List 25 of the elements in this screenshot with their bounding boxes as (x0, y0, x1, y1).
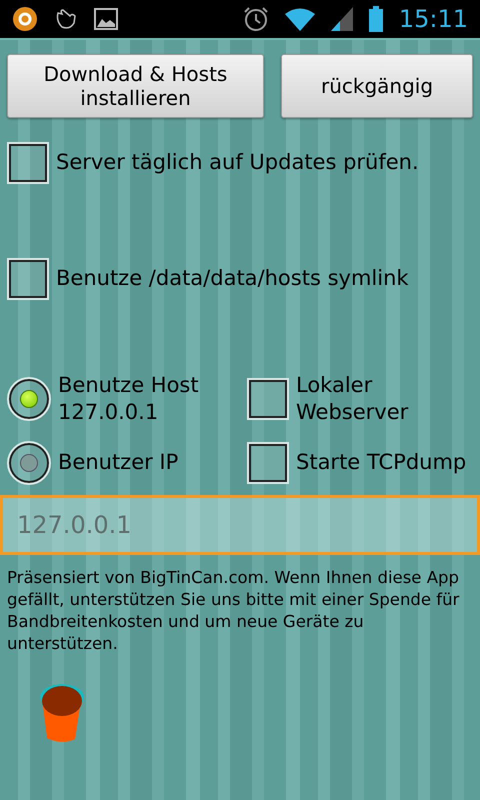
checkbox[interactable] (247, 442, 289, 484)
signal-icon (330, 7, 353, 31)
radio-label: Benutze Host 127.0.0.1 (58, 372, 200, 426)
checkbox-label: Server täglich auf Updates prüfen. (56, 149, 419, 176)
wifi-icon (284, 7, 315, 31)
alarm-clock-icon (242, 6, 269, 32)
radio-button[interactable] (7, 377, 51, 422)
checkbox[interactable] (7, 258, 49, 300)
undo-button[interactable]: rückgängig (281, 54, 473, 118)
image-icon (94, 8, 118, 30)
ip-input-field[interactable]: 127.0.0.1 (0, 494, 480, 555)
radio-button[interactable] (7, 440, 51, 485)
app-notification-icon (12, 6, 38, 32)
checkbox-label: Lokaler Webserver (296, 372, 410, 426)
sponsor-text: Präsensiert von BigTinCan.com. Wenn Ihnen diese App gefällt, unterstützen Sie uns bitte mit einer Spende für Bandbreitenkosten und um neue Geräte zu unterstützen. (7, 566, 460, 655)
clock-time: 15:11 (398, 5, 468, 33)
checkbox[interactable] (247, 378, 289, 420)
checkbox[interactable] (7, 142, 49, 184)
checkbox-label: Benutze /data/data/hosts symlink (56, 265, 409, 292)
radio-label: Benutzer IP (58, 448, 178, 476)
hand-icon (54, 7, 78, 31)
battery-icon (368, 6, 383, 32)
install-button[interactable]: Download & Hosts installieren (7, 54, 264, 118)
checkbox-label: Starte TCPdump (296, 448, 466, 476)
cup-icon (39, 682, 85, 745)
